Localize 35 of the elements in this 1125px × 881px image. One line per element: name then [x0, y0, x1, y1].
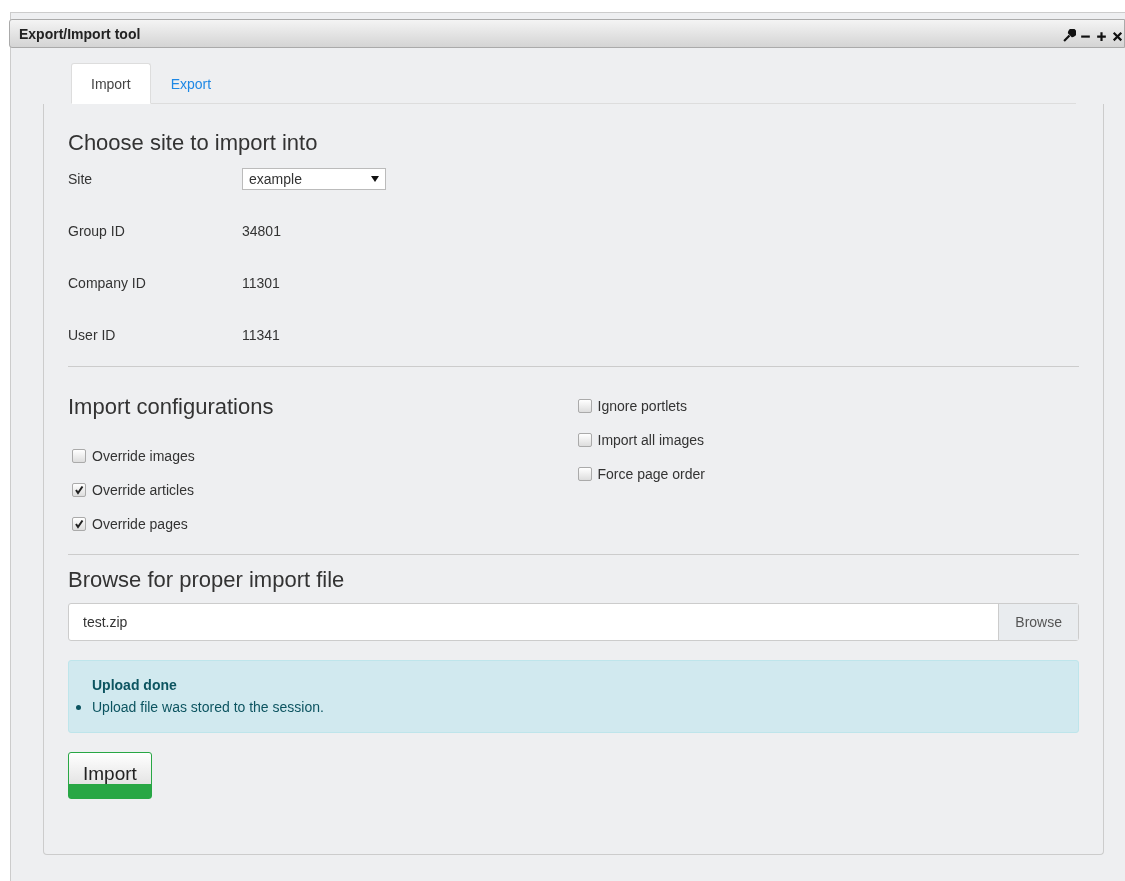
- checkbox[interactable]: [72, 517, 86, 531]
- checkbox[interactable]: [72, 483, 86, 497]
- window-title: Export/Import tool: [19, 25, 141, 42]
- section-heading: Choose site to import into: [68, 130, 319, 156]
- checkbox[interactable]: [577, 433, 592, 447]
- alert-message: Upload file was stored to the session.: [92, 699, 324, 715]
- field-label: Group ID: [68, 223, 126, 239]
- section-heading: Browse for proper import file: [68, 567, 346, 593]
- checkbox-label: Import all images: [597, 432, 705, 448]
- browse-button[interactable]: Browse: [998, 604, 1078, 640]
- wrench-icon[interactable]: [1063, 29, 1076, 42]
- site-select[interactable]: example: [242, 168, 386, 190]
- checkbox-label: Ignore portlets: [597, 398, 687, 414]
- checkbox-label: Force page order: [597, 466, 705, 482]
- field-value: 11341: [242, 327, 280, 343]
- import-button[interactable]: Import: [68, 752, 152, 799]
- field-value: 34801: [242, 223, 281, 239]
- checkbox[interactable]: [577, 399, 592, 413]
- alert-title: Upload done: [91, 677, 178, 693]
- maximize-icon[interactable]: [1095, 29, 1108, 42]
- bullet-icon: [76, 704, 81, 710]
- file-field[interactable]: test.zip Browse: [68, 603, 1079, 641]
- field-label: User ID: [68, 327, 117, 343]
- checkbox-label: Override articles: [92, 482, 194, 498]
- section-heading: Import configurations: [68, 394, 275, 420]
- field-label: Site: [68, 171, 94, 187]
- tab[interactable]: Import: [71, 63, 151, 104]
- checkbox-label: Override images: [92, 448, 195, 464]
- checkbox-label: Override pages: [92, 516, 188, 532]
- checkbox[interactable]: [72, 449, 86, 463]
- caret-icon: [371, 176, 379, 182]
- field-label: Company ID: [68, 275, 147, 291]
- checkbox[interactable]: [577, 467, 592, 481]
- close-icon[interactable]: [1111, 29, 1124, 42]
- field-value: 11301: [242, 275, 280, 291]
